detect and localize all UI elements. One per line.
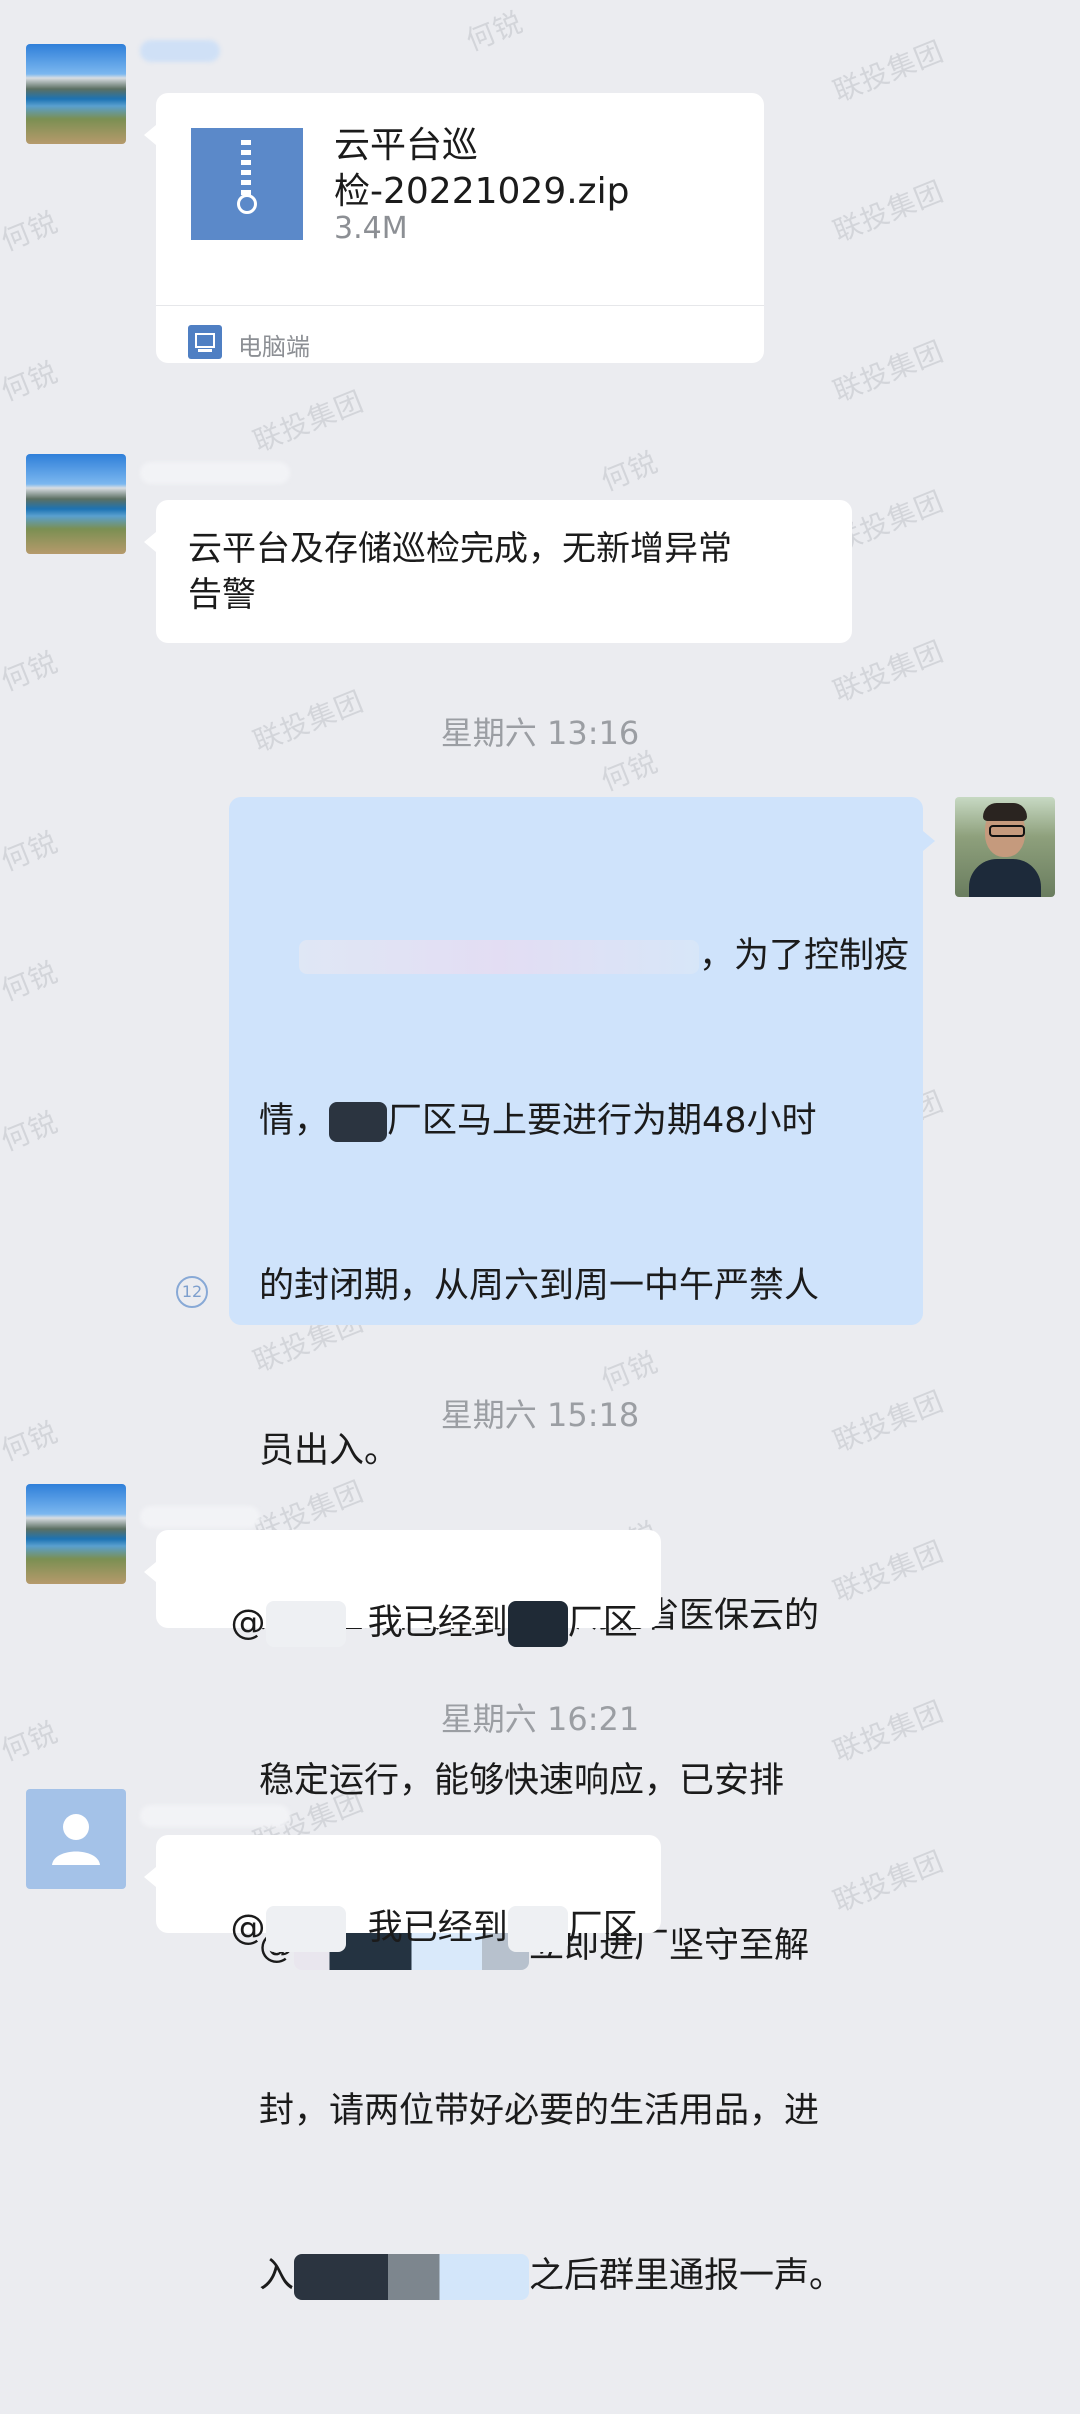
message-line: 入之后群里通报一声。 [259, 2249, 909, 2304]
sender-name-redacted [140, 1805, 290, 1827]
message-line: 稳定运行，能够快速响应，已安排 [259, 1761, 785, 1801]
sender-avatar[interactable] [26, 454, 126, 554]
divider [156, 305, 764, 306]
computer-icon [188, 325, 222, 359]
watermark-name: 何锐 [0, 825, 63, 878]
sender-avatar[interactable] [26, 1484, 126, 1584]
timestamp: 星期六 16:21 [440, 1700, 640, 1738]
sender-name-redacted [140, 1506, 260, 1528]
timestamp: 星期六 13:16 [440, 714, 640, 752]
sender-avatar[interactable] [26, 44, 126, 144]
watermark-name: 何锐 [0, 355, 63, 408]
own-text-message[interactable]: ，为了控制疫 情， 厂区马上要进行为期48小时 的封闭期，从周六到周一中午严禁人 … [229, 797, 935, 2300]
redacted-text [507, 1601, 568, 1647]
read-receipt-badge[interactable]: 12 [176, 1276, 208, 1308]
message-line: 封，请两位带好必要的生活用品，进 [259, 2091, 820, 2131]
zip-file-icon [191, 128, 303, 240]
sender-name-redacted [140, 462, 290, 484]
sender-name-redacted [140, 40, 220, 62]
watermark-name: 何锐 [461, 5, 528, 58]
watermark-name: 何锐 [0, 645, 63, 698]
file-size: 3.4M [334, 211, 408, 246]
watermark-org: 联投集团 [828, 174, 949, 249]
watermark-name: 何锐 [596, 445, 663, 498]
redacted-text [265, 1601, 346, 1647]
message-text-body: @ 我已经到 厂区 [186, 1554, 646, 1693]
watermark-org: 联投集团 [248, 384, 369, 459]
message-text-body: @ 我已经到 厂区 [186, 1859, 646, 1998]
mention[interactable]: @ [231, 1908, 266, 1948]
watermark-name: 何锐 [0, 955, 63, 1008]
file-message-card[interactable]: 云平台巡 检-20221029.zip 3.4M 电脑端 [144, 93, 764, 363]
redacted-text [329, 1102, 388, 1142]
watermark-name: 何锐 [0, 205, 63, 258]
text-message[interactable]: @ 我已经到 厂区 [144, 1530, 661, 1647]
redacted-text [298, 940, 699, 974]
message-line: 情， 厂区马上要进行为期48小时 [259, 1101, 817, 1142]
own-avatar[interactable] [955, 797, 1055, 897]
watermark-name: 何锐 [0, 1105, 63, 1158]
text-message[interactable]: 云平台及存储巡检完成，无新增异常 告警 [144, 500, 852, 643]
source-label: 电脑端 [238, 333, 310, 361]
mention[interactable]: @ [231, 1603, 266, 1643]
text-message[interactable]: @ 我已经到 厂区 [144, 1835, 661, 1952]
redacted-text [294, 2254, 530, 2300]
message-line: 的封闭期，从周六到周一中午严禁人 [259, 1266, 820, 1306]
timestamp: 星期六 15:18 [440, 1396, 640, 1434]
watermark-org: 联投集团 [828, 34, 949, 109]
default-avatar-icon[interactable] [26, 1789, 126, 1889]
message-line: ，为了控制疫 [259, 929, 909, 984]
file-name: 云平台巡 检-20221029.zip [334, 125, 630, 212]
watermark-org: 联投集团 [828, 334, 949, 409]
message-text: 云平台及存储巡检完成，无新增异常 告警 [188, 529, 732, 615]
